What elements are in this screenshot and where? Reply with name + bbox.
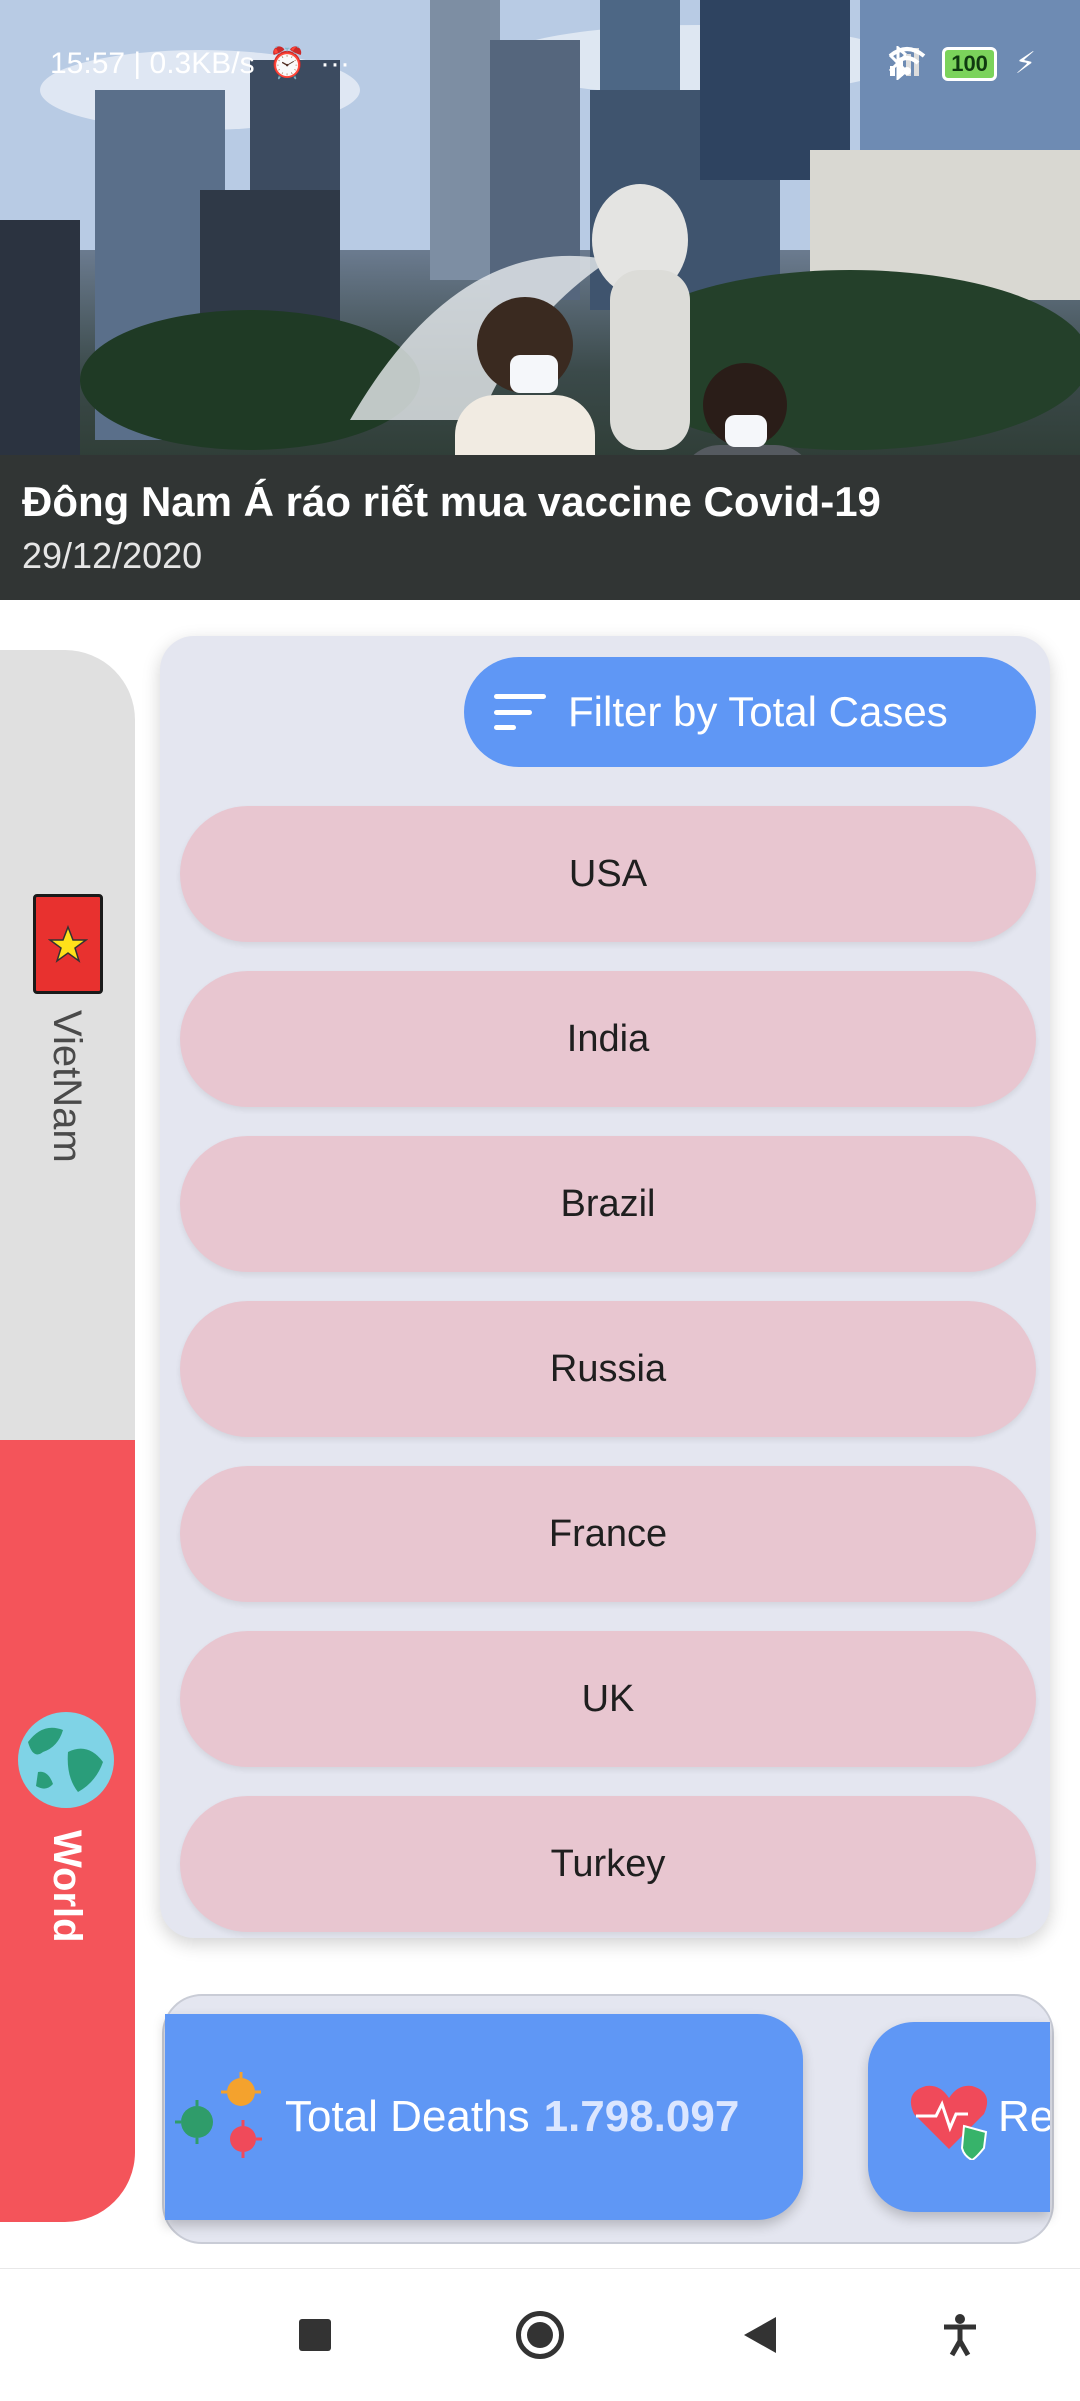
country-name: France xyxy=(548,1512,668,1555)
tab-vietnam-label: VietNam xyxy=(45,1010,89,1163)
recents-square-icon[interactable] xyxy=(285,2305,345,2365)
more-notifications-icon: ··· xyxy=(319,46,350,80)
country-item[interactable]: Turkey xyxy=(180,1796,1036,1932)
deaths-value: 1.798.097 xyxy=(543,2092,740,2141)
filter-button-label: Filter by Total Cases xyxy=(568,688,948,735)
home-circle-icon[interactable] xyxy=(510,2305,570,2365)
alarm-icon: ⏰ xyxy=(268,47,306,80)
filter-button[interactable]: Filter by Total Cases xyxy=(464,657,1036,767)
recovered-card[interactable]: Re xyxy=(868,2022,1050,2212)
news-banner[interactable]: 15:57 | 0.3KB/s ⏰ ··· 100 ⚡ Đông Nam Á r… xyxy=(0,0,1080,600)
country-name: USA xyxy=(568,852,648,895)
country-item[interactable]: Brazil xyxy=(180,1136,1036,1272)
virus-icon xyxy=(171,2067,271,2167)
country-name: UK xyxy=(581,1677,635,1720)
globe-icon xyxy=(18,1712,114,1808)
country-name: Russia xyxy=(549,1347,667,1390)
battery-level: 100 xyxy=(951,50,988,76)
charging-icon: ⚡ xyxy=(1014,47,1036,80)
total-deaths-card[interactable]: Total Deaths 1.798.097 xyxy=(165,2014,803,2220)
news-title[interactable]: Đông Nam Á ráo riết mua vaccine Covid-19 xyxy=(22,478,881,526)
deaths-label: Total Deaths xyxy=(285,2092,530,2141)
country-item[interactable]: UK xyxy=(180,1631,1036,1767)
country-item[interactable]: France xyxy=(180,1466,1036,1602)
recovered-label: Re xyxy=(998,2092,1050,2141)
back-triangle-icon[interactable] xyxy=(730,2305,790,2365)
tab-world-label: World xyxy=(45,1830,89,1943)
heart-shield-icon xyxy=(906,2074,992,2160)
country-name: Turkey xyxy=(550,1842,666,1885)
country-name: India xyxy=(566,1017,650,1060)
sort-icon xyxy=(494,694,546,730)
battery-icon: 100 xyxy=(942,46,997,81)
country-item[interactable]: USA xyxy=(180,806,1036,942)
country-item[interactable]: Russia xyxy=(180,1301,1036,1437)
accessibility-icon[interactable] xyxy=(930,2305,990,2365)
caption-overlay xyxy=(0,455,1080,600)
status-time: 15:57 | 0.3KB/s xyxy=(50,46,255,80)
vietnam-flag-icon xyxy=(33,894,103,994)
system-navbar xyxy=(0,2268,1080,2401)
country-name: Brazil xyxy=(560,1182,656,1225)
news-date: 29/12/2020 xyxy=(22,535,203,576)
country-item[interactable]: India xyxy=(180,971,1036,1107)
status-bar: 15:57 | 0.3KB/s ⏰ ··· 100 ⚡ xyxy=(0,0,1080,130)
